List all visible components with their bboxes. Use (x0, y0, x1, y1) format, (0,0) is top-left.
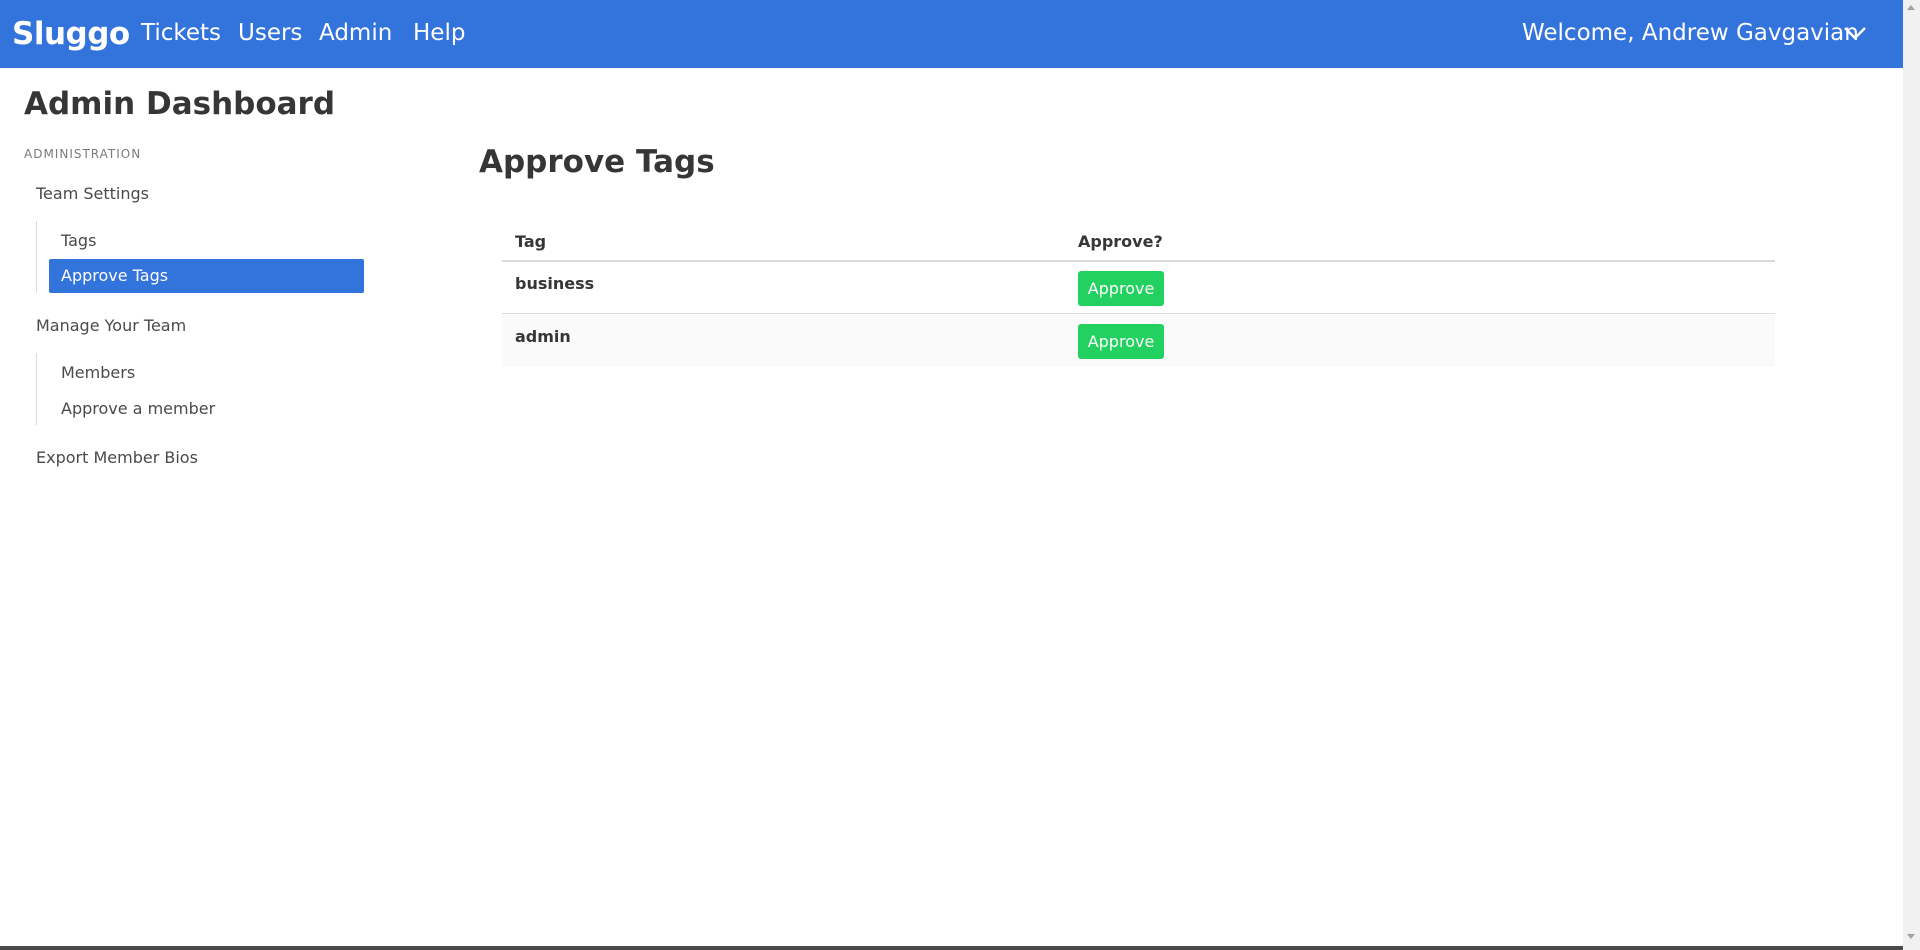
scroll-down-icon[interactable] (1907, 934, 1915, 939)
window-bottom-edge (0, 946, 1903, 950)
menu-members[interactable]: Members (49, 356, 364, 390)
table-row: admin Approve (502, 315, 1775, 367)
brand-logo[interactable]: Sluggo (12, 16, 130, 52)
column-header-tag: Tag (515, 232, 547, 251)
menu-manage-team[interactable]: Manage Your Team (36, 316, 186, 335)
menu-section-label: Administration (24, 147, 142, 161)
chevron-down-icon[interactable] (1842, 24, 1868, 42)
page-title: Approve Tags (479, 144, 715, 180)
column-header-approve: Approve? (1078, 232, 1163, 251)
top-navbar: Sluggo Tickets Users Admin Help Welcome,… (0, 0, 1903, 68)
tag-name: business (515, 274, 595, 293)
tag-name: admin (515, 327, 571, 346)
dashboard-title: Admin Dashboard (24, 86, 336, 122)
vertical-scrollbar[interactable] (1903, 0, 1920, 950)
table-row: business Approve (502, 262, 1775, 314)
nav-admin[interactable]: Admin (319, 20, 392, 46)
nav-help[interactable]: Help (413, 20, 465, 46)
nav-tickets[interactable]: Tickets (141, 20, 221, 46)
approve-button[interactable]: Approve (1078, 324, 1164, 359)
submenu-divider (36, 221, 37, 293)
scroll-up-icon[interactable] (1907, 5, 1915, 10)
menu-team-settings[interactable]: Team Settings (36, 184, 149, 203)
menu-export-bios[interactable]: Export Member Bios (36, 448, 198, 467)
approve-button[interactable]: Approve (1078, 271, 1164, 306)
menu-approve-member[interactable]: Approve a member (49, 392, 364, 426)
row-divider (502, 313, 1775, 314)
user-menu[interactable]: Welcome, Andrew Gavgavian (1522, 20, 1859, 46)
menu-tags[interactable]: Tags (49, 224, 364, 258)
submenu-divider (36, 353, 37, 425)
nav-users[interactable]: Users (238, 20, 302, 46)
menu-approve-tags[interactable]: Approve Tags (49, 259, 364, 293)
